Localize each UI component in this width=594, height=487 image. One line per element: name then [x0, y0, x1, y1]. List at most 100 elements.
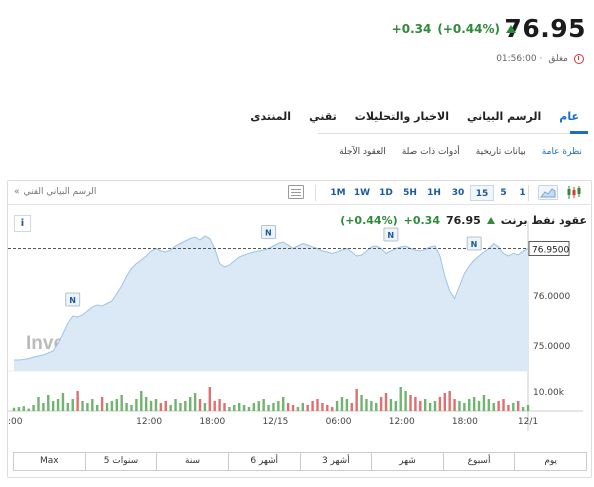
volume-bar [301, 403, 305, 411]
period-7[interactable]: Max [14, 453, 85, 470]
volume-bar [32, 405, 35, 411]
last-price-label: 76.9500 [532, 246, 569, 256]
x-tick-label: 12:00 [389, 417, 415, 427]
volume-bar [277, 401, 280, 411]
volume-bar [330, 407, 334, 411]
volume-bar [296, 407, 300, 411]
volume-bar [37, 397, 40, 411]
subtab-1[interactable]: بيانات تاريخية [468, 147, 534, 157]
price-change: +0.34 (+0.44%) [392, 22, 516, 36]
status-label: مغلق [548, 54, 568, 64]
market-status: 01:56:00 · مغلق [496, 54, 584, 64]
period-6[interactable]: 5 سنوات [84, 453, 157, 470]
price-chart[interactable]: Investing.com76.950076.000075.000010.00k… [8, 221, 591, 451]
tab-2[interactable]: الاخبار والتحليلات [346, 106, 458, 131]
volume-bar [370, 401, 373, 411]
volume-bar [198, 399, 202, 411]
volume-bar [316, 399, 319, 411]
interval-1D[interactable]: 1D [374, 185, 398, 201]
volume-bar [86, 403, 89, 411]
period-5[interactable]: سنة [156, 453, 228, 470]
volume-bar [345, 399, 349, 411]
interval-1W[interactable]: 1W [350, 185, 374, 201]
sub-tabs: نظرة عامة بيانات تاريخية أدوات ذات صلة العق… [331, 147, 590, 157]
subtab-0[interactable]: نظرة عامة [534, 147, 590, 157]
period-2[interactable]: شهر [371, 453, 443, 470]
volume-tick-label: 10.00k [533, 388, 565, 398]
volume-bar [247, 407, 251, 411]
volume-bar [428, 403, 432, 411]
tab-3[interactable]: تقني [300, 106, 346, 131]
volume-bar [257, 401, 260, 411]
volume-bar [423, 399, 427, 411]
tab-4[interactable]: المنتدى [241, 106, 300, 131]
area-chart-icon[interactable] [538, 185, 558, 200]
y-tick-label: 76.0000 [533, 292, 570, 302]
volume-bar [110, 401, 114, 411]
volume-bar [443, 393, 446, 411]
volume-bar [27, 408, 30, 411]
period-3[interactable]: 3 أشهر [299, 453, 372, 470]
change-percent: (+0.44%) [437, 22, 500, 36]
news-marker-label: N [387, 231, 394, 240]
interval-30[interactable]: 30 [446, 185, 470, 201]
last-price: 76.95 [504, 14, 586, 43]
volume-bar [526, 405, 530, 411]
volume-bar [311, 401, 314, 411]
volume-bar [458, 401, 461, 411]
volume-bar [477, 401, 481, 411]
volume-bar [340, 397, 344, 411]
volume-bar [96, 405, 99, 411]
interval-5[interactable]: 5 [494, 185, 513, 201]
change-value: +0.34 [391, 22, 432, 36]
x-tick-label: 12/1 [518, 417, 538, 427]
period-4[interactable]: 6 أشهر [227, 453, 300, 470]
volume-bar [487, 399, 491, 411]
subtab-2[interactable]: أدوات ذات صلة [394, 147, 468, 157]
volume-bar [502, 399, 505, 411]
tab-0[interactable]: عام [550, 106, 588, 131]
table-icon[interactable] [288, 185, 304, 199]
period-1[interactable]: أسبوع [442, 453, 515, 470]
volume-bar [414, 397, 417, 411]
interval-1[interactable]: 1 [513, 185, 532, 201]
interval-1M[interactable]: 1M [326, 185, 350, 201]
volume-bar [208, 387, 212, 411]
x-tick-label: 18:00 [199, 417, 225, 427]
volume-bar [76, 391, 79, 411]
volume-bar [120, 395, 123, 411]
volume-bar [360, 395, 363, 411]
tabs-divider [318, 133, 588, 134]
volume-bar [42, 403, 45, 411]
volume-bar [321, 403, 324, 411]
subtab-3[interactable]: العقود الآجلة [331, 147, 394, 157]
active-tab-indicator [570, 131, 588, 134]
volume-bar [463, 403, 466, 411]
candlestick-icon[interactable] [566, 185, 582, 200]
volume-bar [472, 397, 476, 411]
volume-bar [135, 399, 138, 411]
status-time: 01:56:00 · [496, 54, 543, 64]
interval-1H[interactable]: 1H [422, 185, 446, 201]
interval-5H[interactable]: 5H [398, 185, 422, 201]
period-0[interactable]: يوم [514, 453, 586, 470]
chart-toolbar: « الرسم البياني الفني 1M 1W 1D 5H 1H 30 15 5 1 [8, 181, 591, 205]
volume-bar [184, 401, 187, 411]
interval-15[interactable]: 15 [470, 185, 494, 201]
volume-bar [286, 403, 290, 411]
x-tick-label: 12:00 [136, 417, 162, 427]
technical-chart-link[interactable]: « الرسم البياني الفني [14, 187, 96, 197]
volume-bar [81, 401, 84, 411]
volume-bar [47, 395, 50, 411]
volume-bar [404, 391, 407, 411]
toolbar-separator [315, 185, 316, 201]
volume-bar [228, 407, 231, 411]
volume-bar [56, 399, 60, 411]
volume-bar [409, 395, 412, 411]
tab-1[interactable]: الرسم البياني [458, 106, 550, 131]
volume-bar [213, 401, 216, 411]
x-tick-label: 18:00 [452, 417, 478, 427]
volume-bar [154, 399, 158, 411]
news-marker-label: N [265, 229, 272, 238]
volume-bar [193, 393, 197, 411]
